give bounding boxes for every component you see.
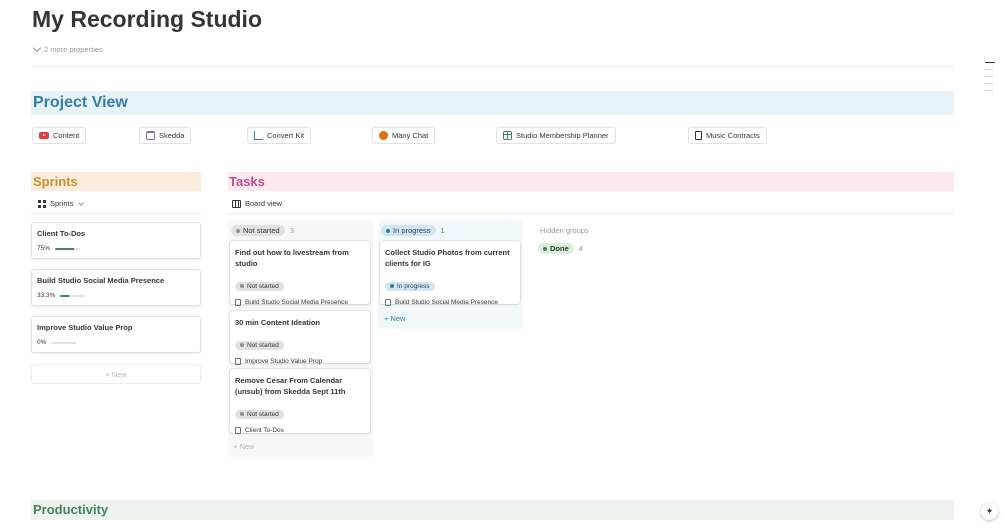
link-skedda[interactable]: Skedda [139, 127, 192, 144]
calendar-icon [146, 131, 155, 140]
sprint-progress: 0% [37, 339, 195, 346]
new-card-button[interactable]: + New [384, 314, 405, 323]
status-label: Not started [247, 410, 279, 418]
divider [32, 66, 954, 67]
chart-icon [254, 131, 263, 140]
youtube-icon [39, 132, 49, 139]
page-icon [385, 299, 391, 306]
link-label: Skedda [159, 131, 185, 140]
sprint-card[interactable]: Improve Studio Value Prop 0% [31, 316, 201, 353]
more-properties-label: 2 more properties [44, 45, 103, 54]
status-pill: Done [538, 243, 574, 254]
relation[interactable]: Client To-Dos [235, 427, 365, 434]
link-content[interactable]: Content [32, 127, 87, 144]
status-label: Not started [243, 226, 280, 235]
tasks-view-tab[interactable]: Board view [232, 199, 282, 208]
view-tab-label: Sprints [50, 199, 74, 208]
assistant-button[interactable]: ✦ [981, 503, 998, 520]
document-icon [695, 131, 702, 140]
link-label: Music Contracts [706, 131, 760, 140]
status-pill: Not started [235, 281, 284, 291]
status-pill: Not started [235, 409, 284, 419]
sprints-heading: Sprints [31, 172, 201, 191]
sprints-view-tab[interactable]: Sprints [38, 199, 85, 208]
link-music-contracts[interactable]: Music Contracts [688, 127, 767, 144]
sprint-card[interactable]: Client To-Dos 75% [31, 222, 201, 259]
status-pill: Not started [235, 340, 284, 350]
project-view-heading: Project View [31, 91, 954, 115]
status-label: Not started [247, 282, 279, 290]
link-label: Studio Membership Planner [516, 131, 609, 140]
view-divider [228, 213, 954, 214]
link-many-chat[interactable]: Many Chat [372, 127, 436, 144]
task-title: Collect Studio Photos from current clien… [385, 248, 510, 268]
sparkle-icon: ✦ [985, 506, 994, 516]
status-pill: In progress [381, 225, 436, 236]
status-pill: In progress [385, 281, 435, 291]
column-count: 3 [289, 226, 294, 235]
progress-label: 75% [37, 245, 51, 252]
chat-bubble-icon [379, 131, 388, 140]
link-label: Many Chat [392, 131, 429, 140]
page-title[interactable]: My Recording Studio [32, 6, 262, 33]
sprint-name: Client To-Dos [37, 229, 86, 238]
link-studio-membership-planner[interactable]: Studio Membership Planner [496, 127, 616, 144]
page-icon [235, 299, 241, 306]
productivity-heading: Productivity [31, 500, 954, 520]
status-label: In progress [393, 226, 431, 235]
sprint-name: Improve Studio Value Prop [37, 323, 133, 332]
chevron-down-icon [32, 43, 42, 53]
table-of-contents-rail[interactable] [985, 62, 997, 97]
relation[interactable]: Build Studio Social Media Presence [235, 299, 365, 306]
hidden-groups-label: Hidden groups [540, 226, 589, 235]
task-card[interactable]: Collect Studio Photos from current clien… [380, 241, 520, 306]
link-convert-kit[interactable]: Convert Kit [247, 127, 312, 144]
progress-bar [51, 341, 77, 344]
sprint-progress: 33.3% [37, 292, 195, 299]
task-card[interactable]: 30 min Content Ideation Not started Impr… [230, 311, 370, 365]
progress-label: 33.3% [37, 292, 56, 299]
relation-label: Client To-Dos [245, 427, 284, 434]
table-icon [503, 131, 512, 140]
progress-bar [55, 247, 81, 250]
relation-label: Build Studio Social Media Presence [395, 299, 498, 306]
sprint-card[interactable]: Build Studio Social Media Presence 33.3% [31, 269, 201, 306]
progress-label: 0% [37, 339, 47, 346]
status-pill: Not started [231, 225, 285, 236]
task-title: Remove Cesar From Calendar (unsub) from … [235, 376, 346, 396]
more-properties-toggle[interactable]: 2 more properties [32, 43, 103, 54]
task-title: 30 min Content Ideation [235, 318, 321, 327]
gallery-grid-icon [38, 199, 46, 208]
new-card-button[interactable]: + New [233, 442, 254, 451]
task-card[interactable]: Remove Cesar From Calendar (unsub) from … [230, 369, 370, 434]
board-icon [232, 199, 241, 208]
sprint-name: Build Studio Social Media Presence [37, 276, 165, 285]
column-count: 1 [440, 226, 445, 235]
relation[interactable]: Build Studio Social Media Presence [385, 299, 515, 306]
page-icon [235, 358, 241, 365]
page-icon [235, 427, 241, 434]
task-title: Find out how to livestream from studio [235, 248, 349, 268]
column-header[interactable]: Not started 3 [231, 225, 294, 236]
status-label: Done [550, 244, 569, 253]
sprint-progress: 75% [37, 245, 195, 252]
task-card[interactable]: Find out how to livestream from studio N… [230, 241, 370, 306]
link-label: Content [53, 131, 80, 140]
chevron-down-icon [78, 199, 85, 206]
column-header[interactable]: In progress 1 [381, 225, 445, 236]
status-label: Not started [247, 341, 279, 349]
sprints-new-button[interactable]: + New [31, 364, 201, 384]
progress-bar [60, 294, 86, 297]
tasks-heading: Tasks [228, 172, 954, 191]
relation-label: Build Studio Social Media Presence [245, 299, 348, 306]
relation-label: Improve Studio Value Prop [245, 358, 323, 365]
link-label: Convert Kit [267, 131, 305, 140]
status-label: In progress [397, 282, 430, 290]
view-divider [31, 213, 201, 214]
view-tab-label: Board view [245, 199, 283, 208]
hidden-group-done[interactable]: Done 4 [538, 243, 583, 254]
column-count: 4 [578, 244, 583, 253]
relation[interactable]: Improve Studio Value Prop [235, 358, 365, 365]
